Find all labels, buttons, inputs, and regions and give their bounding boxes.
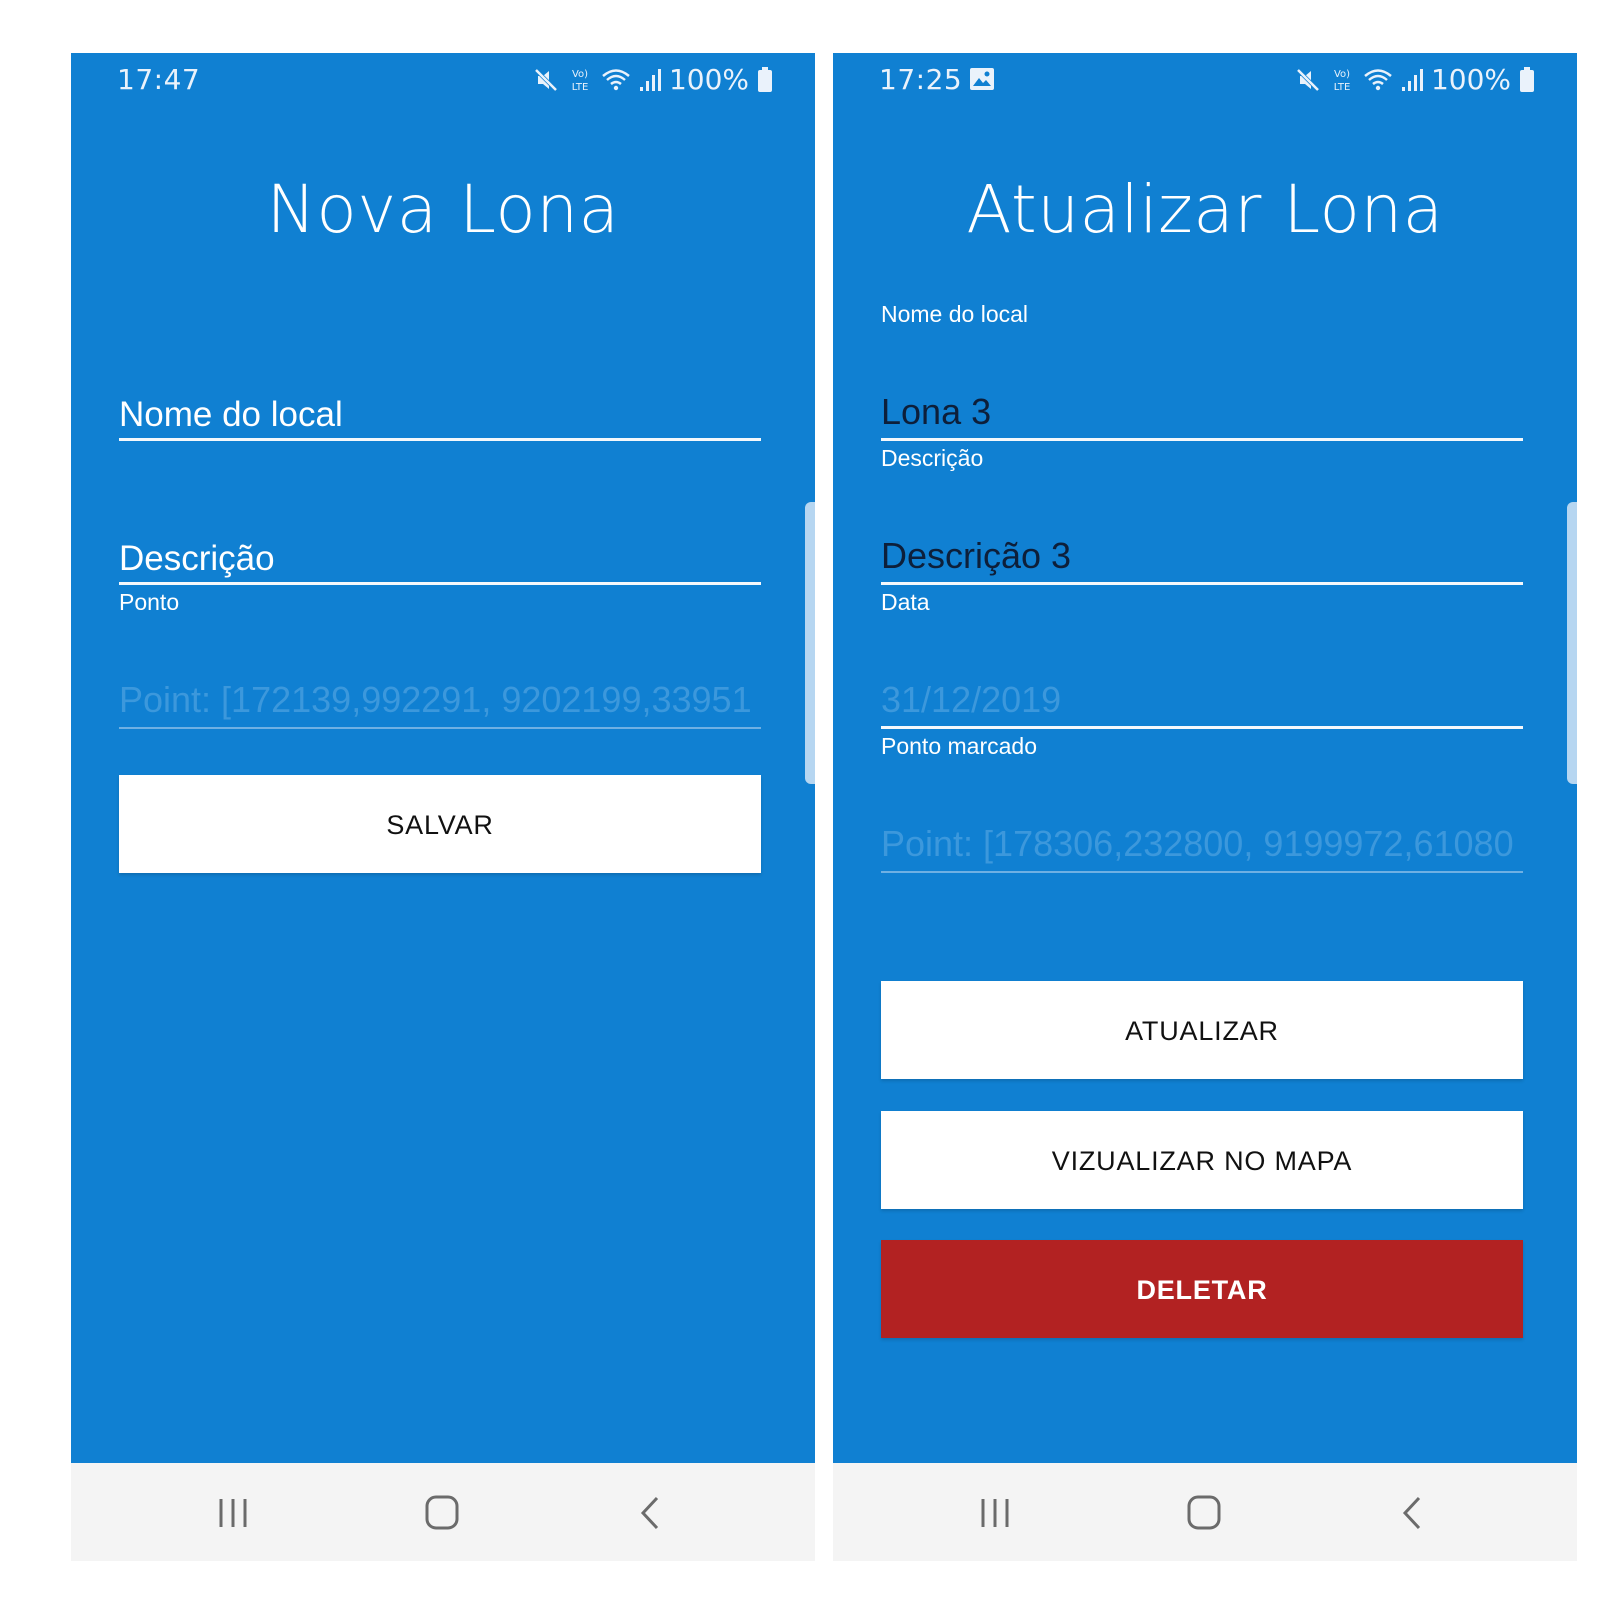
mute-icon: [534, 68, 558, 91]
svg-text:LTE: LTE: [1334, 82, 1351, 93]
navigation-bar: [833, 1463, 1577, 1561]
battery-percent: 100%: [668, 63, 749, 96]
nome-do-local-label: Nome do local: [881, 301, 1029, 327]
svg-text:Vo): Vo): [572, 69, 588, 80]
field-underline: [119, 727, 761, 729]
ponto-marcado-value: Point: [178306,232800, 9199972,61080: [881, 823, 1514, 864]
nova-lona-screen: 17:47 Vo) LTE 100% Nova Lona Nome do loc…: [71, 53, 815, 1561]
status-icons: Vo) LTE 100%: [1295, 63, 1535, 96]
navigation-bar: [71, 1463, 815, 1561]
signal-icon: [1401, 68, 1423, 91]
svg-text:LTE: LTE: [572, 82, 589, 93]
scroll-handle[interactable]: [805, 502, 815, 784]
volte-icon: Vo) LTE: [1334, 69, 1351, 93]
nome-do-local-field[interactable]: Nome do local: [119, 341, 761, 441]
descricao-value[interactable]: Descrição 3: [881, 535, 1071, 577]
battery-icon: [1520, 66, 1534, 92]
recents-icon[interactable]: [975, 1495, 1015, 1531]
field-underline: [881, 871, 1523, 873]
battery-icon: [758, 66, 772, 92]
descricao-field[interactable]: Descrição Descrição 3: [881, 445, 1523, 585]
home-icon[interactable]: [422, 1495, 462, 1531]
atualizar-lona-screen: 17:25 Vo) LTE 100% Atualizar Lona Nome d…: [833, 53, 1577, 1561]
visualizar-no-mapa-button[interactable]: VIZUALIZAR NO MAPA: [881, 1111, 1523, 1209]
descricao-label: Descrição: [881, 445, 984, 471]
status-time: 17:25: [879, 63, 963, 96]
wifi-icon: [1364, 68, 1392, 90]
mute-icon: [1296, 68, 1320, 91]
salvar-button[interactable]: SALVAR: [119, 775, 761, 873]
status-bar: 17:25 Vo) LTE 100%: [833, 53, 1577, 107]
field-underline: [881, 726, 1523, 729]
data-value: 31/12/2019: [881, 679, 1062, 720]
descricao-field[interactable]: Descrição: [119, 485, 761, 585]
back-icon[interactable]: [631, 1495, 671, 1531]
scroll-handle[interactable]: [1567, 502, 1577, 784]
atualizar-button[interactable]: ATUALIZAR: [881, 981, 1523, 1079]
data-label: Data: [881, 589, 930, 615]
status-time: 17:47: [117, 63, 201, 96]
back-icon[interactable]: [1393, 1495, 1433, 1531]
wifi-icon: [602, 68, 630, 90]
recents-icon[interactable]: [213, 1495, 253, 1531]
ponto-marcado-label: Ponto marcado: [881, 733, 1037, 759]
nome-do-local-value[interactable]: Lona 3: [881, 391, 991, 433]
deletar-button[interactable]: DELETAR: [881, 1240, 1523, 1338]
data-field: Data 31/12/2019: [881, 589, 1523, 729]
nome-do-local-placeholder: Nome do local: [119, 395, 343, 434]
status-bar: 17:47 Vo) LTE 100%: [71, 53, 815, 107]
field-underline: [881, 438, 1523, 441]
svg-text:Vo): Vo): [1334, 69, 1350, 80]
home-icon[interactable]: [1184, 1495, 1224, 1531]
field-underline: [881, 582, 1523, 585]
ponto-label: Ponto: [119, 589, 180, 615]
battery-percent: 100%: [1430, 63, 1511, 96]
gallery-icon: [970, 68, 994, 90]
page-title: Atualizar Lona: [966, 171, 1444, 248]
field-underline: [119, 582, 761, 585]
status-icons: Vo) LTE 100%: [533, 63, 773, 96]
ponto-marcado-field: Ponto marcado Point: [178306,232800, 919…: [881, 733, 1523, 873]
ponto-value: Point: [172139,992291, 9202199,33951: [119, 679, 752, 720]
field-underline: [119, 438, 761, 441]
ponto-field: Ponto Point: [172139,992291, 9202199,339…: [119, 589, 761, 729]
page-title: Nova Lona: [266, 171, 620, 248]
signal-icon: [639, 68, 661, 91]
nome-do-local-field[interactable]: Nome do local Lona 3: [881, 301, 1523, 441]
volte-icon: Vo) LTE: [572, 69, 589, 93]
descricao-placeholder: Descrição: [119, 539, 275, 578]
